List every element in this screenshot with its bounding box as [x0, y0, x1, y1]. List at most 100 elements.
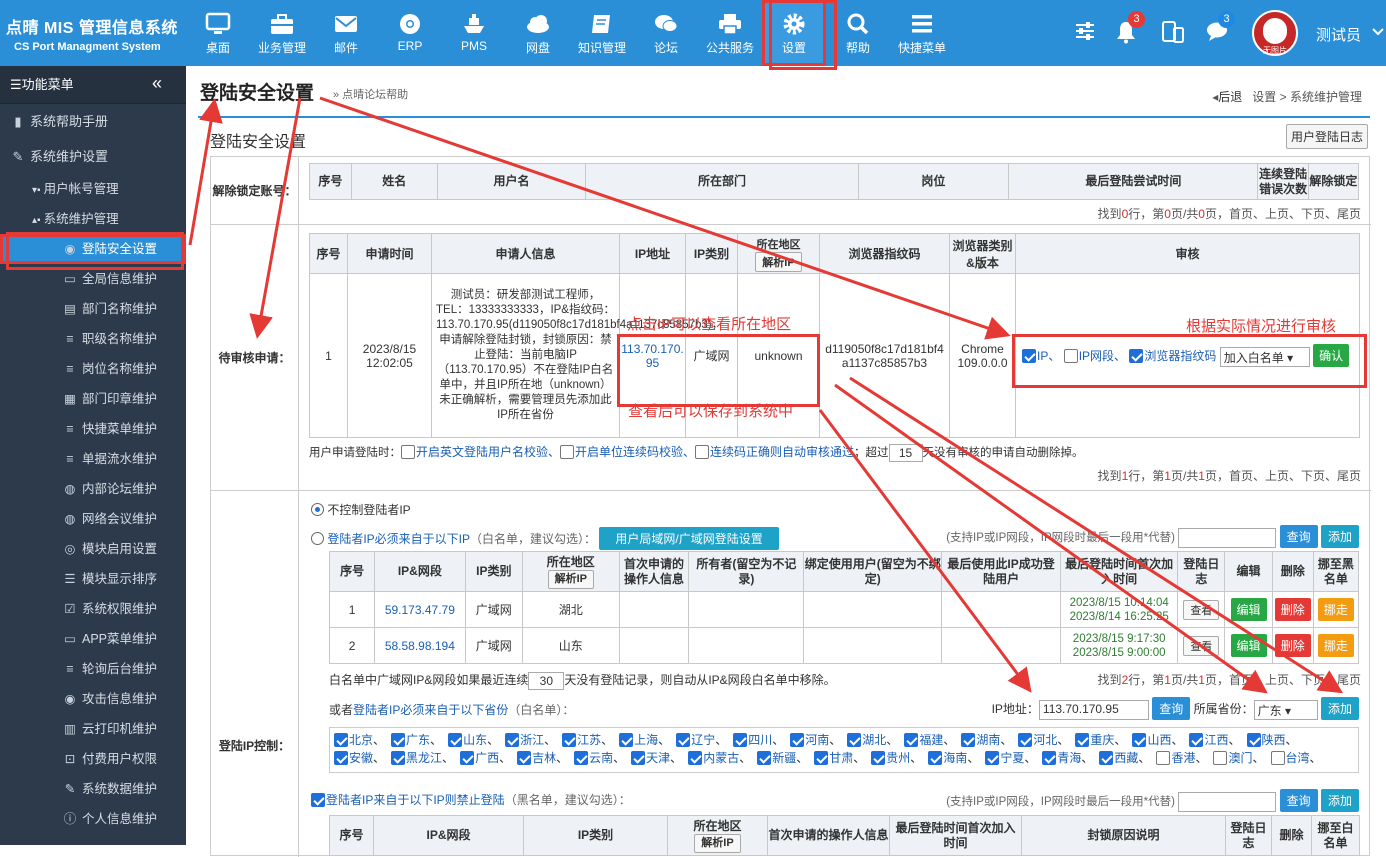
sidebar-leaf-item[interactable]: ◍ 网络会议维护 [0, 504, 186, 534]
province-checkbox[interactable] [505, 733, 520, 747]
province-checkbox[interactable] [1189, 733, 1204, 747]
crumb-settings[interactable]: 设置 [1252, 90, 1276, 104]
province-checkbox[interactable] [460, 751, 475, 765]
whitelist-radio[interactable] [311, 532, 324, 545]
blacklist-query-button[interactable]: 查询 [1279, 789, 1318, 812]
sidebar-leaf-item[interactable]: ▭ APP菜单维护 [0, 624, 186, 654]
nav-business[interactable]: 业务管理 [250, 0, 314, 66]
crumb-maint[interactable]: 系统维护管理 [1290, 90, 1362, 104]
province-checkbox[interactable] [574, 751, 589, 765]
province-checkbox[interactable] [928, 751, 943, 765]
view-log-button[interactable]: 查看 [1183, 599, 1220, 620]
sidebar-leaf-item[interactable]: ☰ 模块显示排序 [0, 564, 186, 594]
opt-unitcode-checkbox[interactable] [560, 445, 575, 459]
sidebar-leaf-item[interactable]: ◉ 攻击信息维护 [0, 684, 186, 714]
sidebar-leaf-item[interactable]: ≡ 快捷菜单维护 [0, 414, 186, 444]
delete-button[interactable]: 删除 [1274, 598, 1311, 621]
province-checkbox[interactable] [757, 751, 772, 765]
devices-icon[interactable] [1161, 20, 1185, 47]
resolve-ip-button[interactable]: 解析IP [547, 569, 594, 589]
sidebar-leaf-item[interactable]: ≡ 职级名称维护 [0, 324, 186, 354]
forum-help-link[interactable]: » 点晴论坛帮助 [333, 86, 408, 102]
sidebar-leaf-item[interactable]: ▥ 云打印机维护 [0, 714, 186, 744]
province-checkbox[interactable] [1099, 751, 1114, 765]
sliders-icon[interactable] [1074, 20, 1096, 45]
province-checkbox[interactable] [334, 751, 348, 765]
ip-query-button[interactable]: 查询 [1152, 697, 1191, 720]
collapse-icon[interactable]: « [152, 64, 162, 102]
no-control-radio[interactable] [311, 503, 324, 516]
opt-auto-approve-checkbox[interactable] [695, 445, 710, 459]
province-checkbox[interactable] [904, 733, 919, 747]
sidebar-item-help-manual[interactable]: ▮ 系统帮助手册 [0, 104, 186, 139]
province-checkbox[interactable] [517, 751, 532, 765]
sidebar-leaf-item[interactable]: ☑ 系统权限维护 [0, 594, 186, 624]
province-checkbox[interactable] [1018, 733, 1033, 747]
province-checkbox[interactable] [562, 733, 577, 747]
move-button[interactable]: 挪走 [1317, 598, 1354, 621]
blacklist-search-input[interactable] [1178, 791, 1277, 812]
province-checkbox[interactable] [619, 733, 634, 747]
province-checkbox[interactable] [688, 751, 703, 765]
sidebar-leaf-item[interactable]: ◎ 模块启用设置 [0, 534, 186, 564]
nav-disk[interactable]: 网盘 [506, 0, 570, 66]
opt-english-checkbox[interactable] [401, 445, 415, 459]
sidebar-leaf-item[interactable]: ≡ 单据流水维护 [0, 444, 186, 474]
province-checkbox[interactable] [1270, 751, 1285, 765]
nav-mail[interactable]: 邮件 [314, 0, 378, 66]
whitelist-ip-link[interactable]: 59.173.47.79 [385, 603, 455, 617]
edit-button[interactable]: 编辑 [1230, 634, 1267, 657]
move-button[interactable]: 挪走 [1317, 634, 1354, 657]
whitelist-add-button[interactable]: 添加 [1320, 525, 1359, 548]
province-checkbox[interactable] [631, 751, 646, 765]
nav-forum[interactable]: 论坛 [634, 0, 698, 66]
whitelist-search-input[interactable] [1178, 527, 1277, 548]
province-checkbox[interactable] [1246, 733, 1261, 747]
province-select[interactable]: 广东 ▾ [1253, 699, 1318, 720]
sidebar-leaf-item[interactable]: ⓘ 个人信息维护 [0, 804, 186, 834]
province-checkbox[interactable] [676, 733, 691, 747]
province-checkbox[interactable] [391, 751, 406, 765]
province-checkbox[interactable] [448, 733, 463, 747]
nav-desktop[interactable]: 桌面 [186, 0, 250, 66]
province-checkbox[interactable] [1075, 733, 1090, 747]
avatar[interactable]: 无图片 [1252, 10, 1298, 56]
message-icon[interactable]: 3 [1206, 11, 1235, 45]
user-name[interactable]: 测试员 [1316, 24, 1361, 45]
nav-pms[interactable]: PMS [442, 0, 506, 66]
sidebar-item-system-mgmt[interactable]: ▴▪ 系统维护管理 [0, 204, 186, 234]
ip-address-input[interactable]: 113.70.170.95 [1038, 699, 1149, 720]
nav-erp[interactable]: ERP [378, 0, 442, 66]
sidebar-leaf-item[interactable]: ≡ 轮询后台维护 [0, 654, 186, 684]
province-checkbox[interactable] [1042, 751, 1057, 765]
province-checkbox[interactable] [985, 751, 1000, 765]
view-log-button[interactable]: 查看 [1183, 635, 1220, 656]
user-login-log-button[interactable]: 用户登陆日志 [1286, 124, 1369, 149]
lan-wan-settings-button[interactable]: 用户局域网/广域网登陆设置 [599, 527, 779, 550]
edit-button[interactable]: 编辑 [1230, 598, 1267, 621]
sidebar-leaf-item[interactable]: ⊡ 付费用户权限 [0, 744, 186, 774]
whitelist-query-button[interactable]: 查询 [1279, 525, 1318, 548]
province-checkbox[interactable] [814, 751, 829, 765]
auto-delete-days-input[interactable]: 15 [888, 443, 923, 462]
whitelist-ip-link[interactable]: 58.58.98.194 [385, 639, 455, 653]
blacklist-add-button[interactable]: 添加 [1320, 789, 1359, 812]
sidebar-leaf-item[interactable]: ◍ 内部论坛维护 [0, 474, 186, 504]
province-checkbox[interactable] [847, 733, 862, 747]
province-checkbox[interactable] [1213, 751, 1228, 765]
chevron-down-icon[interactable] [1372, 26, 1384, 40]
province-checkbox[interactable] [733, 733, 748, 747]
bell-icon[interactable]: 3 [1116, 11, 1145, 47]
sidebar-item-user-accounts[interactable]: ▾▪ 用户帐号管理 [0, 174, 186, 204]
province-checkbox[interactable] [334, 733, 348, 747]
sidebar-leaf-item[interactable]: ▦ 部门印章维护 [0, 384, 186, 414]
province-checkbox[interactable] [1156, 751, 1171, 765]
province-checkbox[interactable] [961, 733, 976, 747]
resolve-ip-button[interactable]: 解析IP [755, 251, 802, 272]
resolve-ip-button[interactable]: 解析IP [694, 833, 741, 853]
blacklist-checkbox[interactable] [311, 793, 325, 807]
province-checkbox[interactable] [1132, 733, 1147, 747]
province-checkbox[interactable] [391, 733, 406, 747]
nav-public[interactable]: 公共服务 [698, 0, 762, 66]
auto-remove-days-input[interactable]: 30 [528, 671, 565, 690]
